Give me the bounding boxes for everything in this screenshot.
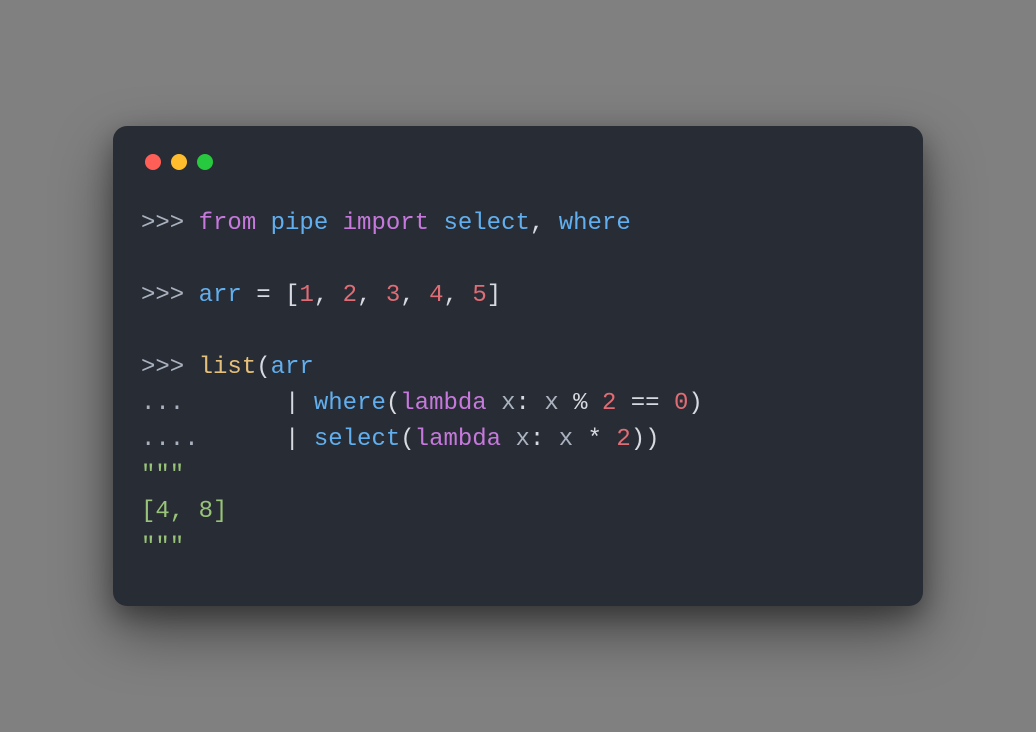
number: 3 [386,282,400,309]
number: 5 [472,282,486,309]
function-select: select [314,426,400,453]
keyword-lambda: lambda [400,390,486,417]
zoom-icon[interactable] [197,154,213,170]
prompt: >>> [141,282,199,309]
code-block: >>> from pipe import select, where >>> a… [141,206,895,566]
triple-quote: """ [141,534,184,561]
minimize-icon[interactable] [171,154,187,170]
output-result: [4, 8] [141,498,227,525]
number: 0 [674,390,688,417]
operator: = [256,282,270,309]
number: 2 [343,282,357,309]
variable: arr [199,282,242,309]
pipe-operator: | [285,426,299,453]
number: 1 [299,282,313,309]
builtin-list: list [199,354,257,381]
window-titlebar [141,154,895,170]
prompt: >>> [141,210,199,237]
variable: arr [271,354,314,381]
keyword-from: from [199,210,257,237]
prompt: >>> [141,354,199,381]
pipe-operator: | [285,390,299,417]
import-name: where [559,210,631,237]
keyword-lambda: lambda [415,426,501,453]
close-icon[interactable] [145,154,161,170]
function-where: where [314,390,386,417]
number: 2 [602,390,616,417]
code-window: >>> from pipe import select, where >>> a… [113,126,923,606]
continuation-prompt: ... [141,390,285,417]
continuation-prompt: .... [141,426,285,453]
triple-quote: """ [141,462,184,489]
keyword-import: import [343,210,429,237]
number: 2 [616,426,630,453]
module-name: pipe [271,210,329,237]
number: 4 [429,282,443,309]
import-name: select [443,210,529,237]
